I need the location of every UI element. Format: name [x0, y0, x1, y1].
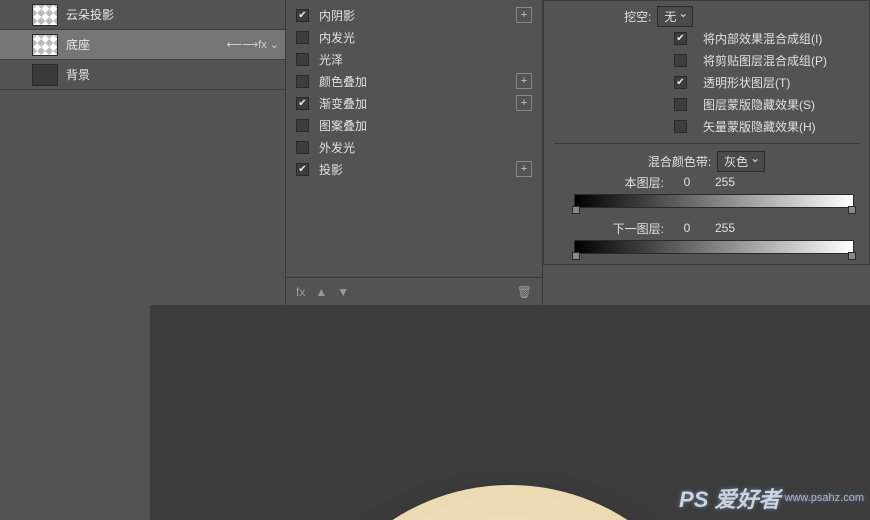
this-layer-min: 0 — [672, 175, 702, 189]
watermark-url: www.psahz.com — [785, 492, 864, 504]
layers-panel: 云朵投影 底座 ⟵⟶ fx ⌄ 背景 — [0, 0, 285, 305]
option-checkbox[interactable] — [674, 98, 687, 111]
layer-thumbnail[interactable] — [32, 34, 58, 56]
knockout-row: 挖空: 无 — [554, 5, 859, 27]
effect-checkbox[interactable] — [296, 119, 309, 132]
layer-link-icon[interactable]: ⟵⟶ — [227, 38, 259, 51]
effect-label: 光泽 — [319, 51, 532, 68]
layer-row[interactable]: 背景 — [0, 60, 285, 90]
watermark: PS 爱好者 www.psahz.com — [679, 482, 864, 514]
watermark-text: PS 爱好者 — [679, 482, 780, 514]
knockout-select[interactable]: 无 — [657, 6, 693, 27]
effect-checkbox[interactable] — [296, 53, 309, 66]
layer-name[interactable]: 背景 — [66, 66, 279, 83]
this-layer-slider[interactable] — [574, 194, 854, 208]
layer-name[interactable]: 底座 — [66, 36, 227, 53]
option-label: 将剪贴图层混合成组(P) — [703, 52, 827, 69]
visibility-icon[interactable] — [6, 36, 24, 54]
option-label: 图层蒙版隐藏效果(S) — [703, 96, 815, 113]
effect-label: 外发光 — [319, 139, 532, 156]
option-label: 将内部效果混合成组(I) — [703, 30, 822, 47]
advanced-options: 将内部效果混合成组(I) 将剪贴图层混合成组(P) 透明形状图层(T) 图层蒙版… — [554, 27, 859, 137]
add-effect-icon[interactable]: + — [516, 95, 532, 111]
visibility-icon[interactable] — [6, 66, 24, 84]
this-layer-row: 本图层: 0 255 — [554, 172, 859, 192]
layer-row[interactable]: 云朵投影 — [0, 0, 285, 30]
effect-checkbox[interactable] — [296, 9, 309, 22]
effect-label: 渐变叠加 — [319, 95, 516, 112]
layer-thumbnail[interactable] — [32, 64, 58, 86]
effect-row[interactable]: 投影 + — [286, 158, 542, 180]
option-checkbox[interactable] — [674, 54, 687, 67]
add-effect-icon[interactable]: + — [516, 7, 532, 23]
option-checkbox[interactable] — [674, 32, 687, 45]
effect-row[interactable]: 颜色叠加 + — [286, 70, 542, 92]
under-layer-min: 0 — [672, 221, 702, 235]
this-layer-label: 本图层: — [604, 174, 664, 191]
layer-thumbnail[interactable] — [32, 4, 58, 26]
effect-label: 内发光 — [319, 29, 532, 46]
effect-label: 投影 — [319, 161, 516, 178]
advanced-blending-panel: 挖空: 无 将内部效果混合成组(I) 将剪贴图层混合成组(P) 透明形状图层(T… — [543, 0, 870, 265]
effect-checkbox[interactable] — [296, 31, 309, 44]
option-checkbox[interactable] — [674, 76, 687, 89]
add-effect-icon[interactable]: + — [516, 73, 532, 89]
add-effect-icon[interactable]: + — [516, 161, 532, 177]
slider-handle[interactable] — [572, 252, 580, 260]
slider-handle[interactable] — [848, 252, 856, 260]
layer-name[interactable]: 云朵投影 — [66, 6, 279, 23]
layer-fx-icon[interactable]: fx ⌄ — [258, 38, 279, 51]
under-layer-slider[interactable] — [574, 240, 854, 254]
effect-row[interactable]: 图案叠加 — [286, 114, 542, 136]
option-checkbox[interactable] — [674, 120, 687, 133]
move-down-icon[interactable]: ▼ — [337, 285, 349, 299]
effects-footer: fx ▲ ▼ 🗑 — [286, 277, 542, 305]
under-layer-max: 255 — [710, 221, 740, 235]
slider-handle[interactable] — [848, 206, 856, 214]
effects-panel: 内阴影 + 内发光 光泽 颜色叠加 + 渐变叠加 + 图案叠加 外发光 投影 +… — [285, 0, 543, 305]
blendif-row: 混合颜色带: 灰色 — [554, 150, 859, 172]
effect-row[interactable]: 内阴影 + — [286, 4, 542, 26]
divider — [554, 143, 859, 144]
slider-handle[interactable] — [572, 206, 580, 214]
effect-label: 图案叠加 — [319, 117, 532, 134]
effect-row[interactable]: 光泽 — [286, 48, 542, 70]
effect-row[interactable]: 渐变叠加 + — [286, 92, 542, 114]
effect-checkbox[interactable] — [296, 163, 309, 176]
effect-checkbox[interactable] — [296, 141, 309, 154]
this-layer-max: 255 — [710, 175, 740, 189]
under-layer-label: 下一图层: — [604, 220, 664, 237]
move-up-icon[interactable]: ▲ — [315, 285, 327, 299]
effect-checkbox[interactable] — [296, 75, 309, 88]
knockout-label: 挖空: — [624, 8, 651, 25]
blendif-select[interactable]: 灰色 — [717, 151, 765, 172]
effect-label: 颜色叠加 — [319, 73, 516, 90]
visibility-icon[interactable] — [6, 6, 24, 24]
layer-row[interactable]: 底座 ⟵⟶ fx ⌄ — [0, 30, 285, 60]
under-layer-row: 下一图层: 0 255 — [554, 218, 859, 238]
plate-outer — [295, 485, 725, 520]
trash-icon[interactable]: 🗑 — [517, 285, 532, 299]
option-label: 透明形状图层(T) — [703, 74, 790, 91]
effect-row[interactable]: 内发光 — [286, 26, 542, 48]
fx-menu-icon[interactable]: fx — [296, 285, 305, 299]
effect-label: 内阴影 — [319, 7, 516, 24]
effect-row[interactable]: 外发光 — [286, 136, 542, 158]
effect-checkbox[interactable] — [296, 97, 309, 110]
blendif-label: 混合颜色带: — [648, 153, 711, 170]
option-label: 矢量蒙版隐藏效果(H) — [703, 118, 816, 135]
